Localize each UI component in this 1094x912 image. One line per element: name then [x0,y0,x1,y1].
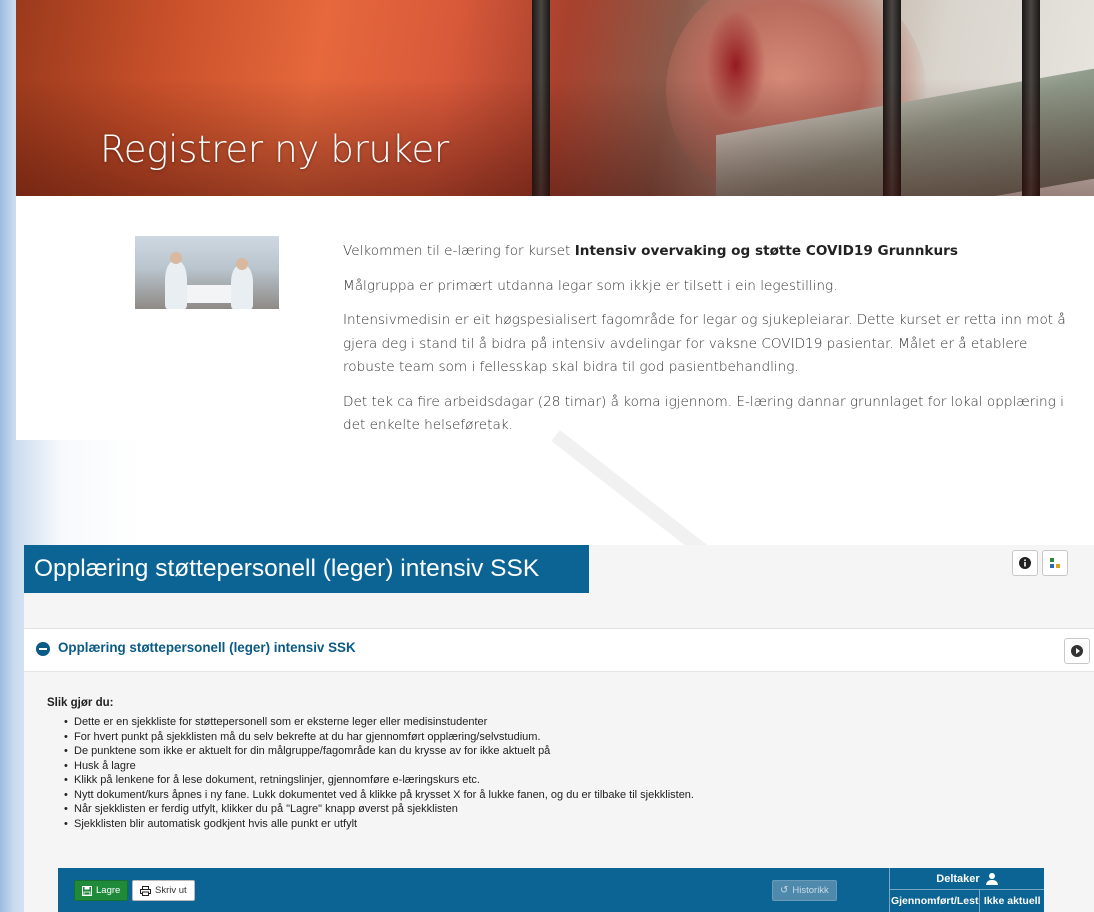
list-item: Nytt dokument/kurs åpnes i ny fane. Lukk… [64,788,694,803]
list-item: De punktene som ikke er aktuelt for din … [64,744,694,759]
accordion-title[interactable]: Opplæring støttepersonell (leger) intens… [58,640,356,655]
participant-title: Deltaker [936,872,980,885]
play-button[interactable] [1064,638,1090,664]
info-icon[interactable] [1012,550,1038,576]
checklist-header-title: Opplæring støttepersonell (leger) intens… [24,545,589,593]
intro-paragraph: Intensivmedisin er eit høgspesialisert f… [343,312,1066,375]
header-actions [1012,550,1068,576]
course-name: Intensiv overvaking og støtte COVID19 Gr… [574,243,958,259]
column-completed: Gjennomført/Lest [890,890,981,912]
user-icon [985,872,998,885]
minus-circle-icon[interactable] [36,642,50,656]
play-circle-icon [1071,645,1083,657]
list-item: Dette er en sjekkliste for støttepersone… [64,715,694,730]
list-item: Klikk på lenkene for å lese dokument, re… [64,773,694,788]
checklist-panel: Opplæring støttepersonell (leger) intens… [24,545,1094,912]
list-item: Sjekklisten blir automatisk godkjent hvi… [64,817,694,832]
hero-banner: Registrer ny bruker [16,0,1094,196]
course-intro-text: Velkommen til e-læring for kurset Intens… [343,240,1083,440]
instructions-list: Dette er en sjekkliste for støttepersone… [64,715,694,831]
intro-paragraph: Målgruppa er primært utdanna legar som i… [343,277,838,294]
checklist-accordion[interactable]: Opplæring støttepersonell (leger) intens… [24,628,1094,672]
page-title: Registrer ny bruker [100,128,449,171]
history-icon: ↺ [780,885,789,896]
course-thumbnail-image [135,236,279,309]
welcome-line: Velkommen til e-læring for kurset Intens… [343,243,958,259]
floppy-disk-icon [82,885,92,896]
help-icon[interactable] [1042,550,1068,576]
print-button[interactable]: Skriv ut [132,880,195,901]
list-item: Når sjekklisten er ferdig utfylt, klikke… [64,802,694,817]
list-item: For hvert punkt på sjekklisten må du sel… [64,730,694,745]
column-not-relevant: Ikke aktuell [983,895,1041,907]
instructions-title: Slik gjør du: [47,697,114,709]
checklist-toolbar: Lagre Skriv ut ↺ Historikk Deltaker Gjen… [58,868,1044,912]
intro-paragraph: Det tek ca fire arbeidsdagar (28 timar) … [343,393,1064,434]
participant-column-header: Deltaker Gjennomført/Lest Ikke aktuell [889,868,1044,912]
save-button[interactable]: Lagre [74,880,129,901]
history-button[interactable]: ↺ Historikk [772,880,837,901]
printer-icon [140,885,151,896]
registration-panel: Registrer ny bruker Velkommen til e-læri… [16,0,1094,440]
list-item: Husk å lagre [64,759,694,774]
